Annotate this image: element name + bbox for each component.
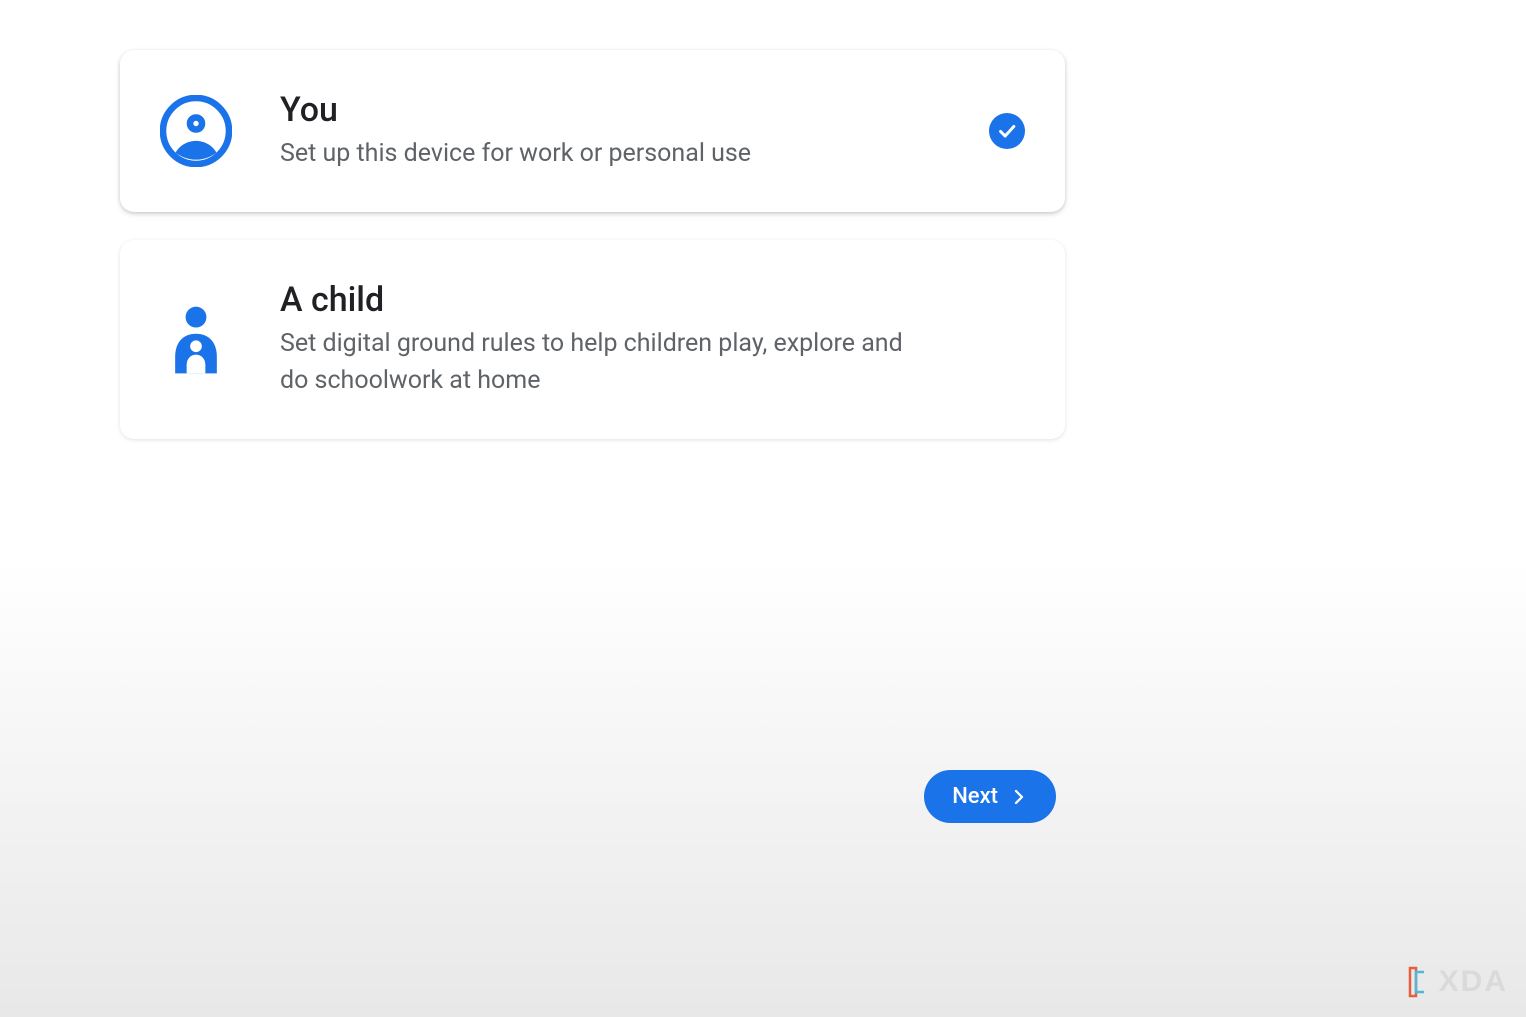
option-you[interactable]: You Set up this device for work or perso… [120,50,1065,212]
option-child[interactable]: A child Set digital ground rules to help… [120,240,1065,439]
person-icon [160,95,232,167]
next-button-label: Next [952,784,998,809]
watermark: XDA [1405,965,1508,999]
options-container: You Set up this device for work or perso… [0,0,1526,439]
option-you-text: You Set up this device for work or perso… [280,90,969,172]
option-title: You [280,90,969,130]
option-subtitle: Set up this device for work or personal … [280,136,930,172]
option-child-text: A child Set digital ground rules to help… [280,280,1025,399]
watermark-text: XDA [1439,965,1508,999]
child-icon [160,304,232,376]
watermark-logo-icon [1405,966,1431,998]
option-title: A child [280,280,1025,320]
next-button[interactable]: Next [924,770,1056,823]
checkmark-icon [989,113,1025,149]
chevron-right-icon [1010,788,1028,806]
option-subtitle: Set digital ground rules to help childre… [280,326,930,399]
